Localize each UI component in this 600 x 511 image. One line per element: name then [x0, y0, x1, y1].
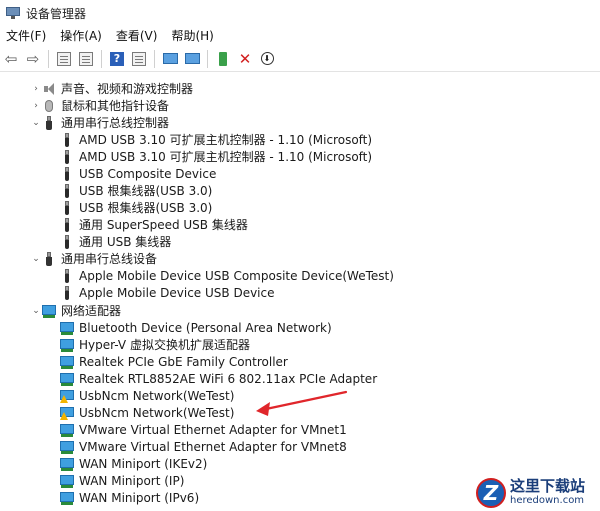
watermark-logo: Z 这里下载站 heredown.com [476, 474, 600, 511]
watermark-cn: 这里下载站 [510, 477, 586, 495]
watermark-en: heredown.com [510, 495, 585, 506]
annotation-arrow [256, 390, 348, 416]
site-logo-icon: Z [476, 477, 506, 508]
